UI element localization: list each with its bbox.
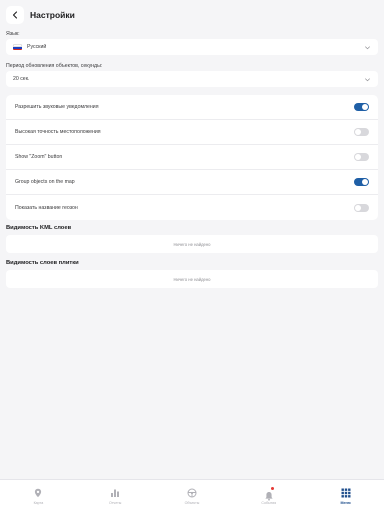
- language-value: Русский: [27, 44, 47, 50]
- sound-toggle[interactable]: [354, 103, 369, 111]
- chevron-down-icon: [365, 45, 370, 49]
- accuracy-toggle[interactable]: [354, 128, 369, 136]
- toggle-row-zoom: Show "Zoom" button: [6, 145, 378, 170]
- toggle-label: Разрешить звуковые уведомления: [15, 104, 99, 110]
- kml-section-title: Видимость KML слоев: [6, 225, 72, 231]
- refresh-value: 20 сек.: [13, 76, 30, 82]
- toggle-row-group: Group objects on the map: [6, 170, 378, 195]
- toggle-row-geozones: Показать название геозон: [6, 195, 378, 220]
- zoom-toggle[interactable]: [354, 153, 369, 161]
- grid-icon: [341, 488, 351, 497]
- tab-label: События: [261, 500, 277, 505]
- tab-label: Объекты: [184, 500, 200, 505]
- chevron-down-icon: [365, 77, 370, 81]
- header: Настройки: [0, 0, 384, 30]
- toggle-label: Высокая точность местоположения: [15, 129, 101, 135]
- bar-chart-icon: [111, 489, 120, 497]
- geozones-toggle[interactable]: [354, 203, 369, 212]
- refresh-label: Период обновления объектов, секунды:: [6, 63, 103, 69]
- refresh-select[interactable]: 20 сек.: [6, 71, 378, 87]
- tab-label: Карта: [33, 500, 44, 505]
- kml-empty-card: Ничего не найдено: [6, 235, 378, 253]
- steering-wheel-icon: [187, 488, 197, 497]
- toggle-label: Show "Zoom" button: [15, 154, 63, 160]
- chevron-left-icon: [12, 11, 18, 19]
- tab-events[interactable]: События: [239, 486, 299, 505]
- empty-text: Ничего не найдено: [173, 276, 211, 282]
- toggles-card: Разрешить звуковые уведомления Высокая т…: [6, 95, 378, 220]
- map-pin-icon: [35, 488, 42, 497]
- tab-label: Отчеты: [108, 500, 122, 505]
- tab-label: Меню: [340, 500, 351, 505]
- group-objects-toggle[interactable]: [354, 178, 369, 186]
- bell-icon: [265, 491, 273, 501]
- tab-bar: Карта Отчеты Объекты События Меню: [0, 479, 384, 512]
- tab-objects[interactable]: Объекты: [162, 488, 222, 505]
- language-select[interactable]: Русский: [6, 39, 378, 55]
- empty-text: Ничего не найдено: [173, 241, 211, 247]
- tab-map[interactable]: Карта: [8, 488, 68, 505]
- tile-empty-card: Ничего не найдено: [6, 270, 378, 288]
- tile-section-title: Видимость слоев плитки: [6, 260, 79, 266]
- back-button[interactable]: [6, 6, 24, 24]
- toggle-label: Показать название геозон: [15, 204, 78, 211]
- toggle-row-sound: Разрешить звуковые уведомления: [6, 95, 378, 120]
- tab-menu[interactable]: Меню: [316, 488, 376, 505]
- page-title: Настройки: [30, 10, 75, 20]
- language-label: Язык:: [6, 31, 20, 37]
- notification-badge: [270, 486, 274, 490]
- tab-reports[interactable]: Отчеты: [85, 488, 145, 505]
- toggle-row-accuracy: Высокая точность местоположения: [6, 120, 378, 145]
- toggle-label: Group objects on the map: [15, 179, 75, 185]
- russia-flag-icon: [13, 44, 22, 50]
